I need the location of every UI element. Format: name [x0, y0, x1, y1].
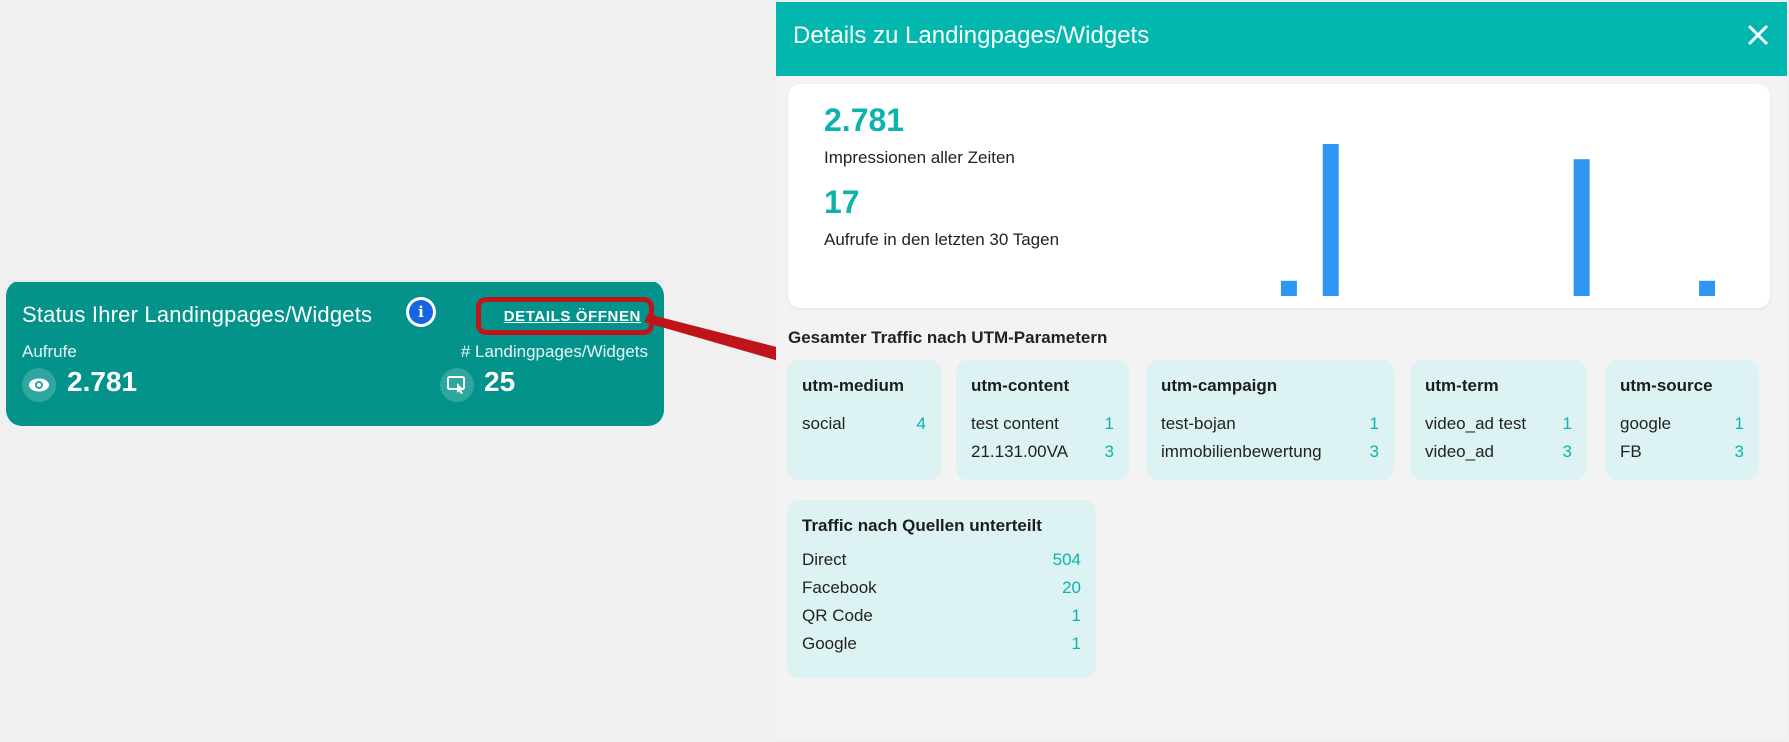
- utm-row-label: test content: [971, 414, 1059, 433]
- utm-row-label: 21.131.00VA: [971, 442, 1069, 461]
- utm-row: 21.131.00VA 3: [971, 438, 1114, 466]
- utm-row-label: google: [1620, 414, 1672, 433]
- utm-row-label: social: [802, 414, 846, 433]
- views-value: 2.781: [67, 366, 138, 397]
- utm-section-title: Gesamter Traffic nach UTM-Parametern: [788, 328, 1108, 347]
- landingpages-value: 25: [484, 366, 516, 397]
- utm-row-count: 1: [1369, 414, 1379, 433]
- utm-content-card: utm-content test content 1 21.131.00VA 3: [956, 360, 1129, 480]
- utm-row-count: 1: [1562, 414, 1572, 433]
- landingpages-label: # Landingpages/Widgets: [460, 342, 648, 361]
- utm-source-card: utm-source google 1 FB 3: [1605, 360, 1759, 480]
- impressions-bar-chart: [1280, 144, 1716, 296]
- recent-views-caption: Aufrufe in den letzten 30 Tagen: [824, 230, 1060, 249]
- utm-card-title: utm-term: [1425, 376, 1499, 395]
- status-card: Status Ihrer Landingpages/Widgets i DETA…: [6, 280, 664, 426]
- source-label: Direct: [802, 550, 847, 569]
- utm-row: test content 1: [971, 410, 1114, 438]
- utm-card-title: utm-source: [1620, 376, 1713, 395]
- stats-card: 2.781 Impressionen aller Zeiten 17 Aufru…: [788, 84, 1770, 308]
- utm-card-title: utm-content: [971, 376, 1070, 395]
- chart-bar: [1573, 159, 1590, 296]
- touch-screen-icon: [440, 368, 474, 402]
- details-open-button[interactable]: DETAILS ÖFFNEN: [476, 297, 654, 335]
- utm-row-label: video_ad: [1425, 442, 1495, 461]
- chart-bar: [1280, 280, 1297, 296]
- utm-row: google 1: [1620, 410, 1744, 438]
- chart-bar: [1699, 280, 1716, 296]
- utm-row-label: immobilienbewertung: [1161, 442, 1322, 461]
- source-row: Facebook 20: [802, 574, 1081, 602]
- source-count: 1: [1071, 634, 1081, 653]
- utm-medium-card: utm-medium social 4: [787, 360, 941, 480]
- utm-card-title: utm-medium: [802, 376, 904, 395]
- panel-title: Details zu Landingpages/Widgets: [793, 22, 1150, 49]
- utm-row: FB 3: [1620, 438, 1744, 466]
- utm-row-label: FB: [1620, 442, 1642, 461]
- utm-row-count: 3: [1734, 442, 1744, 461]
- utm-row: video_ad 3: [1425, 438, 1572, 466]
- utm-row: video_ad test 1: [1425, 410, 1572, 438]
- source-count: 1: [1071, 606, 1081, 625]
- utm-row-label: test-bojan: [1161, 414, 1236, 433]
- utm-row-count: 3: [1104, 442, 1114, 461]
- utm-row-count: 4: [916, 414, 926, 433]
- utm-campaign-card: utm-campaign test-bojan 1 immobilienbewer…: [1146, 360, 1394, 480]
- status-card-title: Status Ihrer Landingpages/Widgets: [22, 302, 373, 327]
- traffic-sources-card: Traffic nach Quellen unterteilt Direct 50…: [787, 500, 1096, 678]
- recent-views-value: 17: [824, 184, 860, 220]
- panel-header: Details zu Landingpages/Widgets: [776, 2, 1787, 76]
- views-label: Aufrufe: [22, 342, 77, 361]
- utm-row: test-bojan 1: [1161, 410, 1379, 438]
- utm-row-label: video_ad test: [1425, 414, 1527, 433]
- eye-icon: [22, 368, 56, 402]
- utm-term-card: utm-term video_ad test 1 video_ad 3: [1410, 360, 1587, 480]
- source-count: 504: [1052, 550, 1081, 569]
- details-panel: Details zu Landingpages/Widgets 2.781 Im…: [776, 2, 1787, 738]
- impressions-caption: Impressionen aller Zeiten: [824, 148, 1015, 167]
- panel-body: 2.781 Impressionen aller Zeiten 17 Aufru…: [776, 76, 1787, 738]
- close-icon[interactable]: [1743, 20, 1773, 50]
- source-row: Direct 504: [802, 546, 1081, 574]
- source-label: Facebook: [802, 578, 877, 597]
- source-row: Google 1: [802, 630, 1081, 658]
- info-icon[interactable]: i: [406, 297, 436, 327]
- source-count: 20: [1062, 578, 1081, 597]
- utm-row-count: 3: [1369, 442, 1379, 461]
- source-row: QR Code 1: [802, 602, 1081, 630]
- details-open-label: DETAILS ÖFFNEN: [503, 307, 641, 325]
- source-label: QR Code: [802, 606, 873, 625]
- source-label: Google: [802, 634, 857, 653]
- utm-row: immobilienbewertung 3: [1161, 438, 1379, 466]
- utm-row-count: 1: [1734, 414, 1744, 433]
- utm-row: social 4: [802, 410, 926, 438]
- traffic-sources-title: Traffic nach Quellen unterteilt: [802, 516, 1042, 535]
- chart-bar: [1322, 144, 1339, 296]
- utm-row-count: 3: [1562, 442, 1572, 461]
- utm-row-count: 1: [1104, 414, 1114, 433]
- utm-card-title: utm-campaign: [1161, 376, 1278, 395]
- impressions-value: 2.781: [824, 102, 905, 138]
